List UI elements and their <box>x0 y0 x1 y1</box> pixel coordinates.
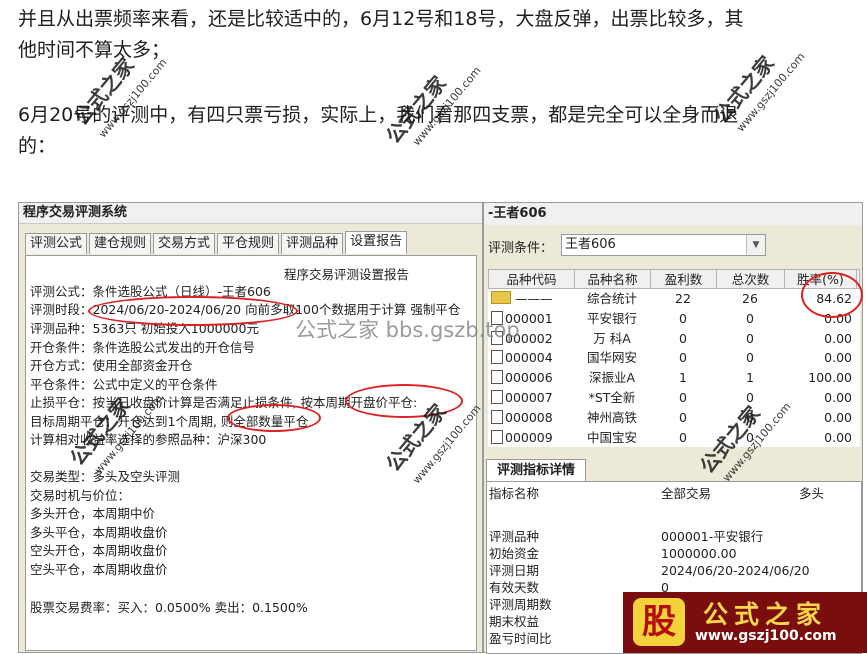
report-line: 平仓条件：公式中定义的平仓条件 <box>30 377 218 392</box>
folder-icon <box>491 291 511 304</box>
logo-url: www.gszj100.com <box>695 628 837 644</box>
table-row[interactable]: 000007 *ST全新 0 0 0.00 <box>488 387 860 408</box>
cell-profit: 0 <box>679 389 687 405</box>
report-line: 多头平仓，本周期收盘价 <box>30 525 168 540</box>
table-row[interactable]: 000001 平安银行 0 0 0.00 <box>488 308 860 329</box>
cell-total: 0 <box>746 330 754 346</box>
checkbox-icon[interactable] <box>491 429 503 444</box>
article-text-line: 并且从出票频率来看，还是比较适中的，6月12号和18号，大盘反弹，出票比较多，其 <box>18 8 744 30</box>
watermark-center: 公式之家 bbs.gszb.top <box>295 318 520 342</box>
report-line: 多头开仓，本周期中价 <box>30 506 156 521</box>
tab-trade-mode[interactable]: 交易方式 <box>153 233 216 254</box>
cell-code: 000006 <box>505 370 553 386</box>
checkbox-icon[interactable] <box>491 350 503 365</box>
window-title: -王者606 <box>484 203 862 225</box>
cell-name: 平安银行 <box>586 310 637 326</box>
site-logo: 股 公式之家 www.gszj100.com <box>623 592 867 653</box>
header-name[interactable]: 品种名称 <box>575 270 651 288</box>
checkbox-icon[interactable] <box>491 370 503 385</box>
cell-name: 中国宝安 <box>586 429 637 445</box>
condition-label: 评测条件： <box>488 241 554 256</box>
cell-name: 深振业A <box>588 370 636 386</box>
article-text-line: 他时间不算太多； <box>18 39 171 61</box>
cell-name: 综合统计 <box>586 291 637 306</box>
report-line: 股票交易费率：买入：0.0500% 卖出：0.1500% <box>30 600 308 615</box>
condition-select[interactable]: 王者606 ▼ <box>561 234 766 256</box>
window-title: 程序交易评测系统 <box>19 203 482 224</box>
detail-label: 有效天数 <box>489 580 540 595</box>
detail-header-all: 全部交易 <box>661 486 712 501</box>
article-text-line: 的： <box>18 135 57 157</box>
cell-code: 000004 <box>505 350 553 366</box>
cell-rate: 100.00 <box>808 370 852 386</box>
detail-label: 初始资金 <box>489 546 540 561</box>
cell-rate: 0.00 <box>824 429 852 445</box>
cell-rate: 0.00 <box>824 389 852 405</box>
cell-profit: 0 <box>679 350 687 366</box>
cell-name: 万 科A <box>593 330 631 346</box>
checkbox-icon[interactable] <box>491 409 503 424</box>
logo-name: 公式之家 <box>703 600 828 629</box>
tab-symbols[interactable]: 评测品种 <box>281 233 344 254</box>
checkbox-icon[interactable] <box>491 389 503 404</box>
detail-value: 000001-平安银行 <box>661 529 764 544</box>
highlight-oval <box>227 404 321 432</box>
report-line: 交易时机与价位： <box>30 488 131 503</box>
cell-total: 1 <box>746 370 754 386</box>
detail-header-name: 指标名称 <box>489 486 540 501</box>
table-row[interactable]: 000009 中国宝安 0 0 0.00 <box>488 427 860 448</box>
header-code[interactable]: 品种代码 <box>489 270 575 288</box>
cell-code: 000009 <box>505 429 553 445</box>
detail-label: 盈亏时间比 <box>489 631 552 646</box>
cell-profit: 1 <box>679 370 687 386</box>
cell-total: 0 <box>746 350 754 366</box>
cell-profit: 0 <box>679 409 687 425</box>
cell-total: 26 <box>742 291 758 306</box>
cell-name: 神州高铁 <box>586 409 637 425</box>
cell-code: ——— <box>514 291 553 306</box>
cell-rate: 0.00 <box>824 350 852 366</box>
header-total[interactable]: 总次数 <box>717 270 785 288</box>
detail-label: 评测周期数 <box>489 597 552 612</box>
condition-value: 王者606 <box>565 237 616 252</box>
cell-profit: 22 <box>675 291 691 306</box>
highlight-oval <box>88 296 298 326</box>
result-window: -王者606 评测条件： 王者606 ▼ 品种代码 品种名称 盈利数 总次数 胜… <box>483 202 863 654</box>
highlight-oval <box>801 272 863 318</box>
header-profit[interactable]: 盈利数 <box>651 270 717 288</box>
report-line: 空头开仓，本周期收盘价 <box>30 543 168 558</box>
article-paragraph-1: 并且从出票频率来看，还是比较适中的，6月12号和18号，大盘反弹，出票比较多，其… <box>18 4 863 66</box>
tab-formula[interactable]: 评测公式 <box>25 233 88 254</box>
tab-close-rules[interactable]: 平仓规则 <box>217 233 280 254</box>
cell-total: 0 <box>746 310 754 326</box>
detail-value: 2024/06/20-2024/06/20 <box>661 563 810 578</box>
chevron-down-icon[interactable]: ▼ <box>746 235 765 255</box>
tab-bar: 评测公式 建仓规则 交易方式 平仓规则 评测品种 设置报告 <box>25 231 409 254</box>
tab-open-rules[interactable]: 建仓规则 <box>89 233 152 254</box>
table-row[interactable]: 000008 神州高铁 0 0 0.00 <box>488 407 860 428</box>
cell-profit: 0 <box>679 330 687 346</box>
report-title: 程序交易评测设置报告 <box>284 267 410 282</box>
cell-profit: 0 <box>679 310 687 326</box>
table-row[interactable]: 000006 深振业A 1 1 100.00 <box>488 368 860 388</box>
tab-settings-report[interactable]: 设置报告 <box>345 231 408 254</box>
tab-indicator-detail[interactable]: 评测指标详情 <box>486 459 586 482</box>
report-line: 开仓方式：使用全部资金开仓 <box>30 358 193 373</box>
cell-name: 国华网安 <box>586 350 637 366</box>
detail-label: 期末权益 <box>489 614 540 629</box>
report-line: 空头平仓，本周期收盘价 <box>30 562 168 577</box>
detail-value: 1000000.00 <box>661 546 737 561</box>
detail-label: 评测日期 <box>489 563 540 578</box>
cell-code: 000008 <box>505 409 553 425</box>
detail-label: 评测品种 <box>489 529 540 544</box>
table-row[interactable]: 000002 万 科A 0 0 0.00 <box>488 328 860 349</box>
cell-rate: 0.00 <box>824 330 852 346</box>
cell-code: 000007 <box>505 389 553 405</box>
report-line: 开仓条件：条件选股公式发出的开仓信号 <box>30 340 256 355</box>
table-row[interactable]: 000004 国华网安 0 0 0.00 <box>488 348 860 369</box>
cell-name: *ST全新 <box>588 389 636 405</box>
logo-badge: 股 <box>633 598 685 646</box>
cell-rate: 0.00 <box>824 409 852 425</box>
detail-header-long: 多头 <box>799 486 825 501</box>
